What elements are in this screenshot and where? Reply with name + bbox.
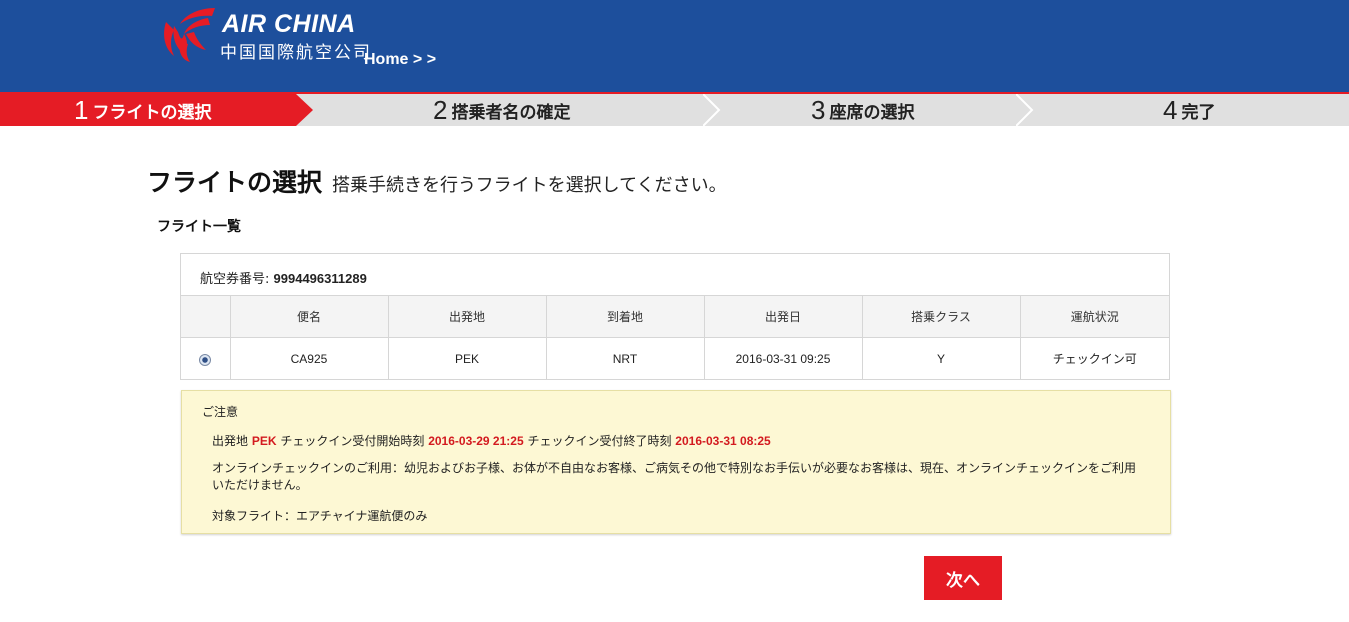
flight-table: 便名 出発地 到着地 出発日 搭乗クラス 運航状況 CA925 PEK NRT … xyxy=(181,295,1169,380)
origin-cell: PEK xyxy=(387,337,547,380)
checkin-start-label: チェックイン受付開始時刻 xyxy=(280,434,425,448)
step-3-select-seat: 3 座席の選択 xyxy=(811,94,914,126)
eligible-flights-text: 対象フライト：エアチャイナ運航便のみ xyxy=(212,509,428,523)
step-number: 2 xyxy=(433,95,448,125)
ticket-number-value: 9994496311289 xyxy=(273,271,367,286)
column-header-status: 運航状況 xyxy=(1019,295,1169,338)
checkin-start-time: 2016-03-29 21:25 xyxy=(428,434,524,448)
column-header-select xyxy=(181,295,231,338)
step-number: 1 xyxy=(74,95,89,125)
page-title: フライトの選択 搭乗手続きを行うフライトを選択してください。 xyxy=(147,163,727,199)
online-checkin-restriction-text: オンラインチェックインのご利用：幼児およびお子様、お体が不自由なお客様、ご病気そ… xyxy=(212,461,1137,492)
chevron-right-icon xyxy=(1016,94,1034,126)
progress-steps: 1 フライトの選択 2 搭乗者名の確定 3 座席の選択 4 完了 xyxy=(0,94,1349,126)
destination-cell: NRT xyxy=(545,337,705,380)
step-label: 搭乗者名の確定 xyxy=(451,102,571,123)
origin-label: 出発地 xyxy=(212,434,249,448)
column-header-class: 搭乗クラス xyxy=(861,295,1021,338)
next-button[interactable]: 次へ xyxy=(924,556,1002,600)
table-header-row: 便名 出発地 到着地 出発日 搭乗クラス 運航状況 xyxy=(181,295,1169,338)
column-header-origin: 出発地 xyxy=(387,295,547,338)
flight-number-cell: CA925 xyxy=(229,337,389,380)
checkin-end-time: 2016-03-31 08:25 xyxy=(675,434,771,448)
step-label: 座席の選択 xyxy=(829,102,915,123)
table-row[interactable]: CA925 PEK NRT 2016-03-31 09:25 Y チェックイン可 xyxy=(181,337,1169,380)
column-header-departure-date: 出発日 xyxy=(703,295,863,338)
page-subtitle: 搭乗手続きを行うフライトを選択してください。 xyxy=(332,175,727,196)
step-number: 3 xyxy=(811,95,826,125)
flight-list-panel: 航空券番号: 9994496311289 便名 出発地 到着地 出発日 搭乗クラ… xyxy=(180,253,1170,380)
origin-airport: PEK xyxy=(251,434,277,448)
column-header-flight: 便名 xyxy=(229,295,389,338)
notice-heading: ご注意 xyxy=(202,405,239,419)
page-title-main: フライトの選択 xyxy=(147,168,323,197)
brand-name-en: AIR CHINA xyxy=(222,10,356,38)
departure-date-cell: 2016-03-31 09:25 xyxy=(703,337,863,380)
checkin-end-label: チェックイン受付終了時刻 xyxy=(527,434,672,448)
column-header-destination: 到着地 xyxy=(545,295,705,338)
step-number: 4 xyxy=(1163,95,1178,125)
step-1-select-flight: 1 フライトの選択 xyxy=(74,94,211,126)
step-4-complete: 4 完了 xyxy=(1163,94,1215,126)
select-cell xyxy=(181,337,231,380)
flight-select-radio[interactable] xyxy=(199,353,212,366)
step-label: 完了 xyxy=(1181,102,1216,123)
step-2-confirm-passenger: 2 搭乗者名の確定 xyxy=(433,94,570,126)
step-label: フライトの選択 xyxy=(92,102,212,123)
brand-name-cn: 中国国際航空公司 xyxy=(220,43,372,63)
class-cell: Y xyxy=(861,337,1021,380)
ticket-number: 航空券番号: 9994496311289 xyxy=(200,268,367,287)
breadcrumb[interactable]: Home > > xyxy=(364,51,436,69)
ticket-number-label: 航空券番号: xyxy=(200,272,270,287)
status-cell: チェックイン可 xyxy=(1019,337,1169,380)
notice-box: ご注意 出発地 PEK チェックイン受付開始時刻 2016-03-29 21:2… xyxy=(181,390,1171,534)
flight-list-title: フライト一覧 xyxy=(157,219,241,235)
checkin-window-text: 出発地 PEK チェックイン受付開始時刻 2016-03-29 21:25 チェ… xyxy=(212,432,771,449)
site-header: AIR CHINA 中国国際航空公司 Home > > xyxy=(0,0,1349,92)
chevron-right-icon xyxy=(703,94,721,126)
